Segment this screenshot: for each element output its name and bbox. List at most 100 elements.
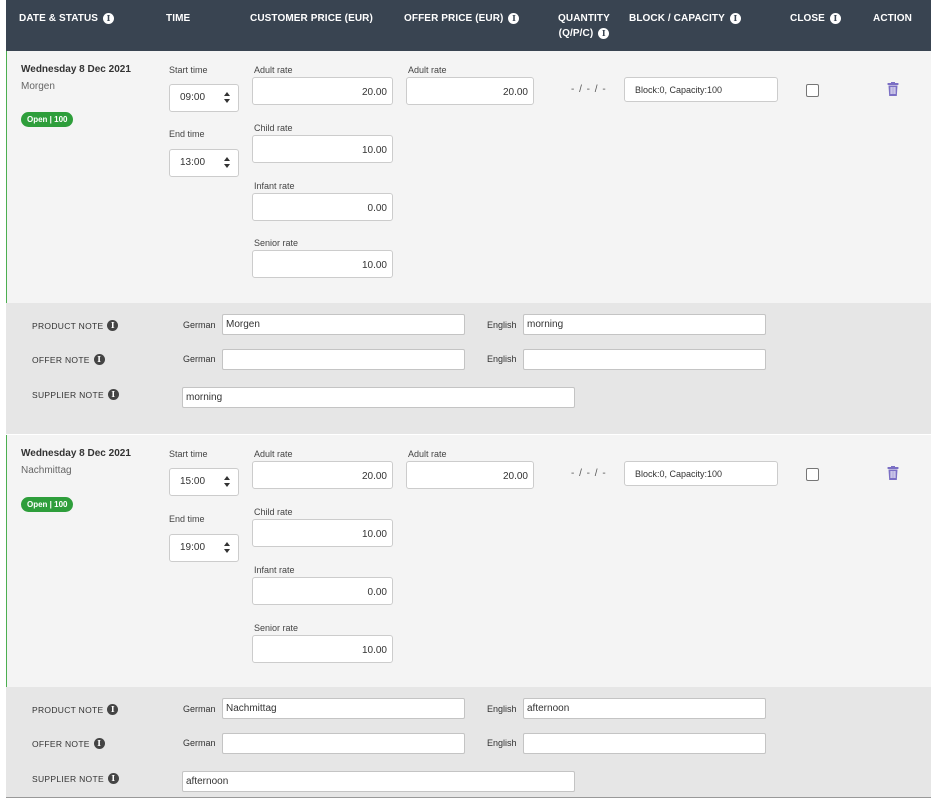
english-label: English	[487, 320, 517, 330]
info-icon[interactable]: i	[107, 773, 119, 784]
start-time-select[interactable]: 15:00	[169, 468, 239, 496]
english-label: English	[487, 354, 517, 364]
slot-date: Wednesday 8 Dec 2021	[21, 448, 131, 459]
header-quantity-line1: QUANTITY	[558, 13, 610, 24]
offer-note-german-input[interactable]	[222, 733, 465, 754]
end-time-value: 13:00	[180, 157, 206, 168]
offer-adult-rate-label: Adult rate	[408, 65, 447, 75]
end-time-select[interactable]: 13:00	[169, 149, 239, 177]
header-offer-price-label: OFFER PRICE (EUR)	[404, 13, 504, 24]
header-date-status: DATE & STATUS i	[19, 11, 115, 26]
info-icon[interactable]: i	[829, 13, 841, 24]
header-customer-price: CUSTOMER PRICE (EUR)	[250, 11, 373, 26]
offer-note-english-input[interactable]	[523, 733, 766, 754]
slot-name: Nachmittag	[21, 465, 72, 476]
child-rate-label: Child rate	[254, 123, 293, 133]
product-note-english-input[interactable]: afternoon	[523, 698, 766, 719]
infant-rate-label: Infant rate	[254, 565, 295, 575]
german-label: German	[183, 320, 216, 330]
adult-rate-label: Adult rate	[254, 449, 293, 459]
updown-arrows-icon	[224, 92, 231, 104]
supplier-note-text: SUPPLIER NOTE	[32, 389, 104, 400]
customer-adult-rate-input[interactable]: 20.00	[252, 77, 393, 105]
customer-infant-rate-input[interactable]: 0.00	[252, 193, 393, 221]
header-quantity: QUANTITY (Q/P/C) i	[558, 11, 610, 41]
start-time-label: Start time	[169, 449, 208, 459]
updown-arrows-icon	[224, 476, 231, 488]
customer-senior-rate-input[interactable]: 10.00	[252, 250, 393, 278]
info-icon[interactable]: i	[107, 389, 119, 400]
offer-note-text: OFFER NOTE	[32, 738, 90, 749]
info-icon[interactable]: i	[93, 738, 105, 749]
header-date-status-label: DATE & STATUS	[19, 13, 99, 24]
header-block-capacity-label: BLOCK / CAPACITY	[629, 13, 725, 24]
supplier-note-text: SUPPLIER NOTE	[32, 773, 104, 784]
english-label: English	[487, 738, 517, 748]
child-rate-label: Child rate	[254, 507, 293, 517]
supplier-note-label: SUPPLIER NOTE i	[32, 773, 119, 784]
info-icon[interactable]: i	[103, 13, 115, 24]
info-icon[interactable]: i	[107, 320, 119, 331]
quantity-value: - / - / -	[571, 84, 607, 95]
product-note-english-input[interactable]: morning	[523, 314, 766, 335]
info-icon[interactable]: i	[93, 354, 105, 365]
supplier-note-input[interactable]: morning	[182, 387, 575, 408]
header-close-label: CLOSE	[790, 13, 825, 24]
customer-infant-rate-input[interactable]: 0.00	[252, 577, 393, 605]
end-time-label: End time	[169, 129, 205, 139]
header-action: ACTION	[873, 11, 912, 26]
offer-note-text: OFFER NOTE	[32, 354, 90, 365]
close-checkbox[interactable]	[806, 468, 819, 481]
senior-rate-label: Senior rate	[254, 623, 299, 633]
info-icon[interactable]: i	[729, 13, 741, 24]
product-note-german-input[interactable]: Morgen	[222, 314, 465, 335]
start-time-label: Start time	[169, 65, 208, 75]
offer-note-english-input[interactable]	[523, 349, 766, 370]
end-time-select[interactable]: 19:00	[169, 534, 239, 562]
german-label: German	[183, 704, 216, 714]
trash-icon[interactable]	[887, 82, 899, 96]
customer-adult-rate-input[interactable]: 20.00	[252, 461, 393, 489]
product-note-label: PRODUCT NOTE i	[32, 320, 119, 331]
info-icon[interactable]: i	[508, 13, 520, 24]
offer-note-label: OFFER NOTE i	[32, 354, 105, 365]
offer-note-german-input[interactable]	[222, 349, 465, 370]
supplier-note-input[interactable]: afternoon	[182, 771, 575, 792]
supplier-note-label: SUPPLIER NOTE i	[32, 389, 119, 400]
updown-arrows-icon	[224, 542, 231, 554]
header-close: CLOSE i	[790, 11, 841, 26]
start-time-select[interactable]: 09:00	[169, 84, 239, 112]
offer-adult-rate-input[interactable]: 20.00	[406, 77, 534, 105]
offer-adult-rate-label: Adult rate	[408, 449, 447, 459]
table-header: DATE & STATUS i TIME CUSTOMER PRICE (EUR…	[6, 0, 931, 51]
status-badge: Open | 100	[21, 112, 74, 127]
slot-name: Morgen	[21, 81, 55, 92]
trash-icon[interactable]	[887, 466, 899, 480]
header-customer-price-label: CUSTOMER PRICE (EUR)	[250, 13, 373, 24]
block-capacity-input[interactable]: Block:0, Capacity:100	[624, 461, 778, 486]
customer-child-rate-input[interactable]: 10.00	[252, 135, 393, 163]
close-checkbox[interactable]	[806, 84, 819, 97]
slot-date: Wednesday 8 Dec 2021	[21, 64, 131, 75]
customer-child-rate-input[interactable]: 10.00	[252, 519, 393, 547]
german-label: German	[183, 738, 216, 748]
status-badge: Open | 100	[21, 497, 74, 512]
header-offer-price: OFFER PRICE (EUR) i	[404, 11, 520, 26]
info-icon[interactable]: i	[107, 704, 119, 715]
notes-panel: PRODUCT NOTE i German Morgen English mor…	[6, 303, 931, 434]
header-action-label: ACTION	[873, 13, 912, 24]
start-time-value: 15:00	[180, 476, 206, 487]
product-note-german-input[interactable]: Nachmittag	[222, 698, 465, 719]
notes-panel: PRODUCT NOTE i German Nachmittag English…	[6, 687, 931, 797]
customer-senior-rate-input[interactable]: 10.00	[252, 635, 393, 663]
block-capacity-input[interactable]: Block:0, Capacity:100	[624, 77, 778, 102]
offer-note-label: OFFER NOTE i	[32, 738, 105, 749]
header-time: TIME	[166, 11, 190, 26]
offer-adult-rate-input[interactable]: 20.00	[406, 461, 534, 489]
german-label: German	[183, 354, 216, 364]
start-time-value: 09:00	[180, 92, 206, 103]
info-icon[interactable]: i	[598, 28, 610, 39]
slot-row: Wednesday 8 Dec 2021 Morgen Open | 100 S…	[6, 51, 931, 303]
infant-rate-label: Infant rate	[254, 181, 295, 191]
header-block-capacity: BLOCK / CAPACITY i	[629, 11, 741, 26]
